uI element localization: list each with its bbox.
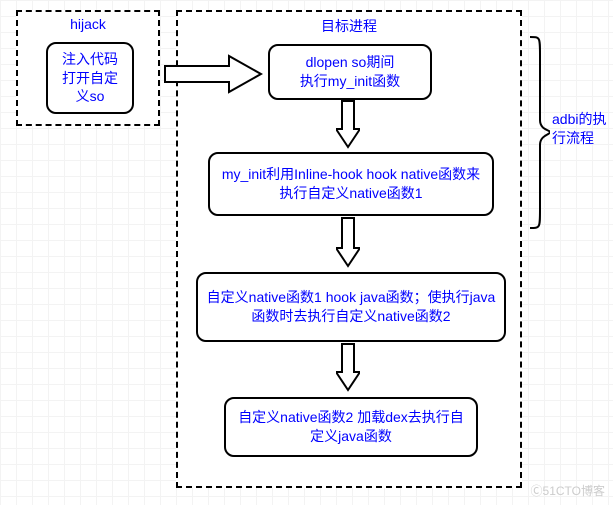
step-load-dex: 自定义native函数2 加载dex去执行自定义java函数 xyxy=(224,397,478,457)
brace-label: adbi的执行流程 xyxy=(552,110,612,148)
arrow-step1-step2 xyxy=(336,99,360,149)
step-hook-java-text: 自定义native函数1 hook java函数；使执行java函数时去执行自定… xyxy=(206,288,496,326)
brace xyxy=(528,35,550,230)
target-title: 目标进程 xyxy=(321,16,377,36)
hijack-container: hijack 注入代码打开自定义so xyxy=(16,10,160,126)
watermark: Ⓒ51CTO博客 xyxy=(531,482,605,499)
step-load-dex-text: 自定义native函数2 加载dex去执行自定义java函数 xyxy=(234,408,468,446)
hijack-step: 注入代码打开自定义so xyxy=(46,42,134,114)
step-dlopen: dlopen so期间 执行my_init函数 xyxy=(268,44,432,100)
step-inlinehook: my_init利用Inline-hook hook native函数来执行自定义… xyxy=(208,152,494,216)
hijack-title: hijack xyxy=(70,16,106,32)
arrow-hijack-to-target xyxy=(163,52,263,96)
arrow-step3-step4 xyxy=(336,342,360,392)
arrow-step2-step3 xyxy=(336,216,360,268)
step-hook-java: 自定义native函数1 hook java函数；使执行java函数时去执行自定… xyxy=(196,272,506,342)
step-dlopen-text: dlopen so期间 执行my_init函数 xyxy=(300,53,400,91)
step-inlinehook-text: my_init利用Inline-hook hook native函数来执行自定义… xyxy=(218,165,484,203)
